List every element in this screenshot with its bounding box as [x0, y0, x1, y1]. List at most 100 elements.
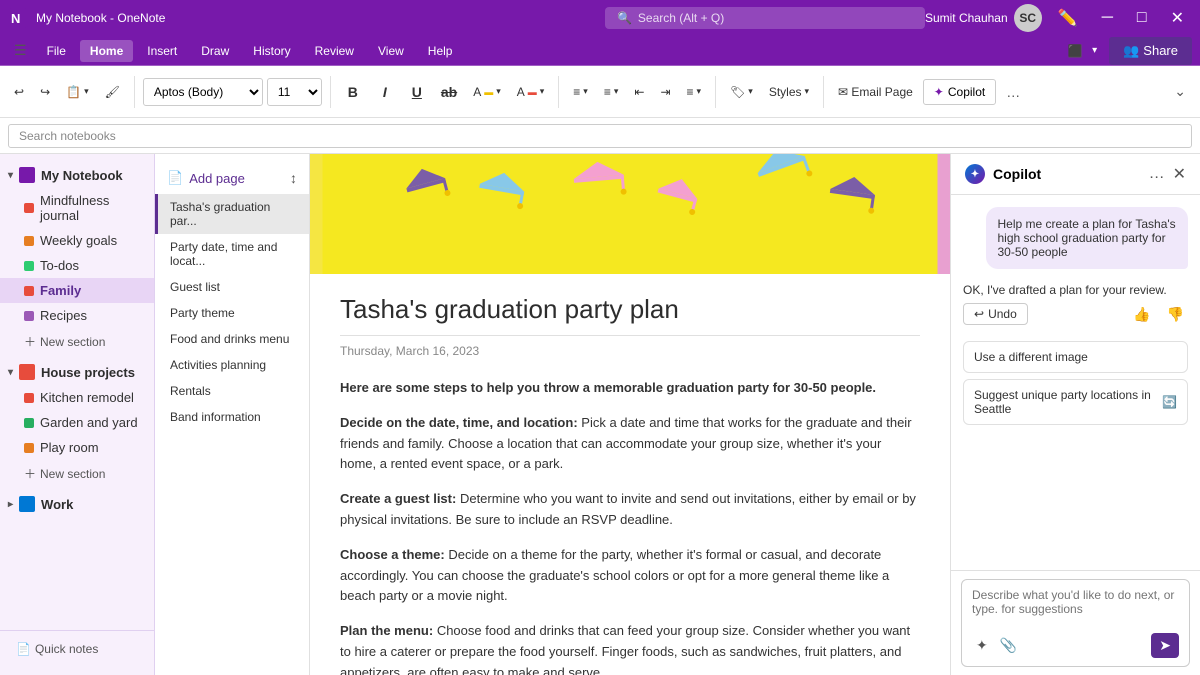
- title-search-bar[interactable]: 🔍: [605, 7, 925, 29]
- copilot-suggest-locations-button[interactable]: Suggest unique party locations in Seattl…: [963, 379, 1188, 425]
- page-item-5[interactable]: Activities planning: [155, 352, 309, 378]
- sidebar-item-garden[interactable]: Garden and yard: [0, 410, 154, 435]
- sparkle-icon-button[interactable]: ✦: [972, 635, 992, 656]
- styles-button[interactable]: Styles ▾: [763, 74, 815, 110]
- copilot-header: ✦ Copilot … ✕: [951, 154, 1200, 195]
- pen-icon-button[interactable]: ✏️: [1050, 4, 1086, 32]
- menu-view[interactable]: View: [368, 40, 414, 62]
- format-painter-button[interactable]: 🖌: [99, 74, 126, 110]
- font-size-select[interactable]: 11: [267, 78, 322, 106]
- page-section-2: Choose a theme: Decide on a theme for th…: [340, 545, 920, 607]
- indent-decrease-button[interactable]: ⇤: [628, 74, 650, 110]
- menu-review[interactable]: Review: [305, 40, 364, 62]
- notebook-search-input[interactable]: [8, 124, 1192, 148]
- recipes-label: Recipes: [40, 308, 87, 323]
- menu-history[interactable]: History: [243, 40, 300, 62]
- copilot-close-button[interactable]: ✕: [1173, 164, 1186, 184]
- copilot-suggestions-area: Use a different image Suggest unique par…: [963, 341, 1188, 425]
- sidebar-item-kitchen[interactable]: Kitchen remodel: [0, 385, 154, 410]
- bold-button[interactable]: B: [339, 78, 367, 106]
- redo-button[interactable]: ↪: [34, 74, 56, 110]
- ribbon-expand-button[interactable]: ⌄: [1168, 79, 1192, 104]
- avatar[interactable]: SC: [1014, 4, 1042, 32]
- page-item-3[interactable]: Party theme: [155, 300, 309, 326]
- sidebar-item-weekly-goals[interactable]: Weekly goals: [0, 228, 154, 253]
- copilot-more-button[interactable]: …: [1149, 165, 1165, 183]
- new-section-house-label: New section: [40, 467, 105, 481]
- numbering-button[interactable]: ≡ ▾: [598, 74, 625, 110]
- email-page-button[interactable]: ✉ Email Page: [832, 74, 919, 110]
- page-item-7[interactable]: Band information: [155, 404, 309, 430]
- highlight-button[interactable]: A ▬ ▾: [467, 74, 507, 110]
- menu-insert[interactable]: Insert: [137, 40, 187, 62]
- copilot-use-different-image-button[interactable]: Use a different image: [963, 341, 1188, 373]
- page-item-4[interactable]: Food and drinks menu: [155, 326, 309, 352]
- page-body[interactable]: Here are some steps to help you throw a …: [340, 378, 920, 675]
- page-item-6[interactable]: Rentals: [155, 378, 309, 404]
- close-button[interactable]: ✕: [1163, 4, 1192, 32]
- work-header[interactable]: ▸ Work: [0, 491, 154, 517]
- quick-notes-button[interactable]: 📄 Quick notes: [8, 637, 146, 661]
- maximize-button[interactable]: □: [1129, 5, 1155, 31]
- sidebar-toggle-icon[interactable]: ☰: [8, 38, 33, 63]
- font-color-button[interactable]: A ▬ ▾: [511, 74, 551, 110]
- underline-button[interactable]: U: [403, 78, 431, 106]
- mindfulness-label: Mindfulness journal: [40, 193, 146, 223]
- sidebar-item-family[interactable]: Family: [0, 278, 154, 303]
- copilot-logo-icon: ✦: [965, 164, 985, 184]
- page-item-0[interactable]: Tasha's graduation par...: [155, 194, 309, 234]
- strikethrough-button[interactable]: ab: [435, 78, 463, 106]
- clipboard-button[interactable]: 📋 ▾: [60, 74, 94, 110]
- content-area[interactable]: Tasha's graduation party plan Thursday, …: [310, 154, 950, 675]
- copilot-input-field[interactable]: [972, 588, 1179, 624]
- copilot-thumbup-button[interactable]: 👍: [1129, 304, 1154, 325]
- new-section-house[interactable]: ＋ New section: [0, 460, 154, 487]
- sidebar-item-recipes[interactable]: Recipes: [0, 303, 154, 328]
- sidebar-item-mindfulness[interactable]: Mindfulness journal: [0, 188, 154, 228]
- todos-dot: [24, 261, 34, 271]
- add-page-button[interactable]: 📄 Add page: [163, 166, 286, 190]
- copilot-input-area[interactable]: ✦ 📎 ➤: [961, 579, 1190, 667]
- share-icon: 👥: [1123, 43, 1139, 59]
- collapse-arrow-icon: ▾: [8, 170, 13, 181]
- copilot-undo-button[interactable]: ↩ Undo: [963, 303, 1028, 325]
- intro-bold: Here are some steps to help you throw a …: [340, 380, 876, 395]
- weekly-goals-dot: [24, 236, 34, 246]
- page-item-2[interactable]: Guest list: [155, 274, 309, 300]
- menu-home[interactable]: Home: [80, 40, 133, 62]
- new-section-my-notebook[interactable]: ＋ New section: [0, 328, 154, 355]
- tag-button[interactable]: 🏷 ▾: [724, 74, 759, 110]
- page-item-1[interactable]: Party date, time and locat...: [155, 234, 309, 274]
- page-title: Tasha's graduation party plan: [340, 294, 920, 336]
- share-button[interactable]: 👥 Share: [1109, 37, 1192, 65]
- copilot-send-button[interactable]: ➤: [1151, 633, 1179, 658]
- sort-pages-button[interactable]: ↕: [286, 166, 301, 190]
- copilot-ribbon-button[interactable]: ✦ Copilot: [923, 79, 996, 105]
- house-projects-header[interactable]: ▾ House projects: [0, 359, 154, 385]
- undo-button[interactable]: ↩: [8, 74, 30, 110]
- garden-dot: [24, 418, 34, 428]
- copilot-thumbdown-button[interactable]: 👎: [1163, 304, 1188, 325]
- align-button[interactable]: ≡ ▾: [681, 74, 708, 110]
- sidebar-item-playroom[interactable]: Play room: [0, 435, 154, 460]
- notebook-group-my-notebook: ▾ My Notebook Mindfulness journal Weekly…: [0, 162, 154, 355]
- sidebar-item-todos[interactable]: To-dos: [0, 253, 154, 278]
- attach-icon-button[interactable]: 📎: [996, 635, 1021, 656]
- menu-help[interactable]: Help: [418, 40, 463, 62]
- my-notebook-header[interactable]: ▾ My Notebook: [0, 162, 154, 188]
- font-family-select[interactable]: Aptos (Body): [143, 78, 263, 106]
- minimize-button[interactable]: ─: [1094, 5, 1121, 31]
- section-2-heading: Choose a theme:: [340, 547, 445, 562]
- sidebar: ▾ My Notebook Mindfulness journal Weekly…: [0, 154, 155, 675]
- more-options-button[interactable]: …: [1000, 80, 1026, 104]
- bullets-button[interactable]: ≡ ▾: [567, 74, 594, 110]
- indent-increase-button[interactable]: ⇥: [654, 74, 676, 110]
- expand-ribbon-button[interactable]: ⬛ ▾: [1061, 33, 1103, 69]
- page-content[interactable]: Tasha's graduation party plan Thursday, …: [310, 274, 950, 675]
- italic-button[interactable]: I: [371, 78, 399, 106]
- menu-draw[interactable]: Draw: [191, 40, 239, 62]
- menu-file[interactable]: File: [37, 40, 76, 62]
- copilot-body: Help me create a plan for Tasha's high s…: [951, 195, 1200, 570]
- title-search-input[interactable]: [638, 11, 913, 25]
- copilot-panel: ✦ Copilot … ✕ Help me create a plan for …: [950, 154, 1200, 675]
